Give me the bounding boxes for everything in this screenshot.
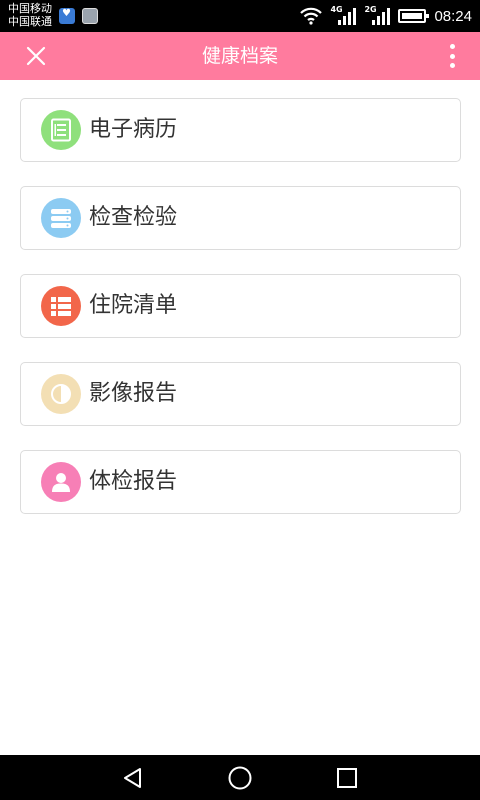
menu-item-examination[interactable]: 检查检验 <box>20 186 461 250</box>
close-icon <box>26 46 46 66</box>
menu-item-imaging-report[interactable]: 影像报告 <box>20 362 461 426</box>
signal-4g-icon: 4G <box>330 5 357 27</box>
more-options-button[interactable] <box>446 42 458 70</box>
close-button[interactable] <box>20 40 52 72</box>
menu-item-label: 住院清单 <box>89 293 178 318</box>
app-bar: 健康档案 <box>0 32 480 80</box>
menu-item-label: 体检报告 <box>89 469 178 494</box>
menu-item-hospitalization-list[interactable]: 住院清单 <box>20 274 461 338</box>
more-vertical-icon <box>449 44 455 49</box>
carrier-2-label: 中国联通 <box>8 15 52 28</box>
wifi-icon <box>300 7 323 25</box>
back-triangle-icon <box>124 768 141 788</box>
system-nav-bar <box>0 755 480 800</box>
list-icon <box>41 286 81 326</box>
recent-apps-square-icon <box>337 768 357 788</box>
home-circle-icon <box>228 766 252 790</box>
menu-item-label: 检查检验 <box>89 205 178 230</box>
health-app-notification-icon <box>59 8 75 24</box>
status-time: 08:24 <box>434 7 472 25</box>
person-icon <box>41 462 81 502</box>
carrier-1-label: 中国移动 <box>8 2 52 15</box>
menu-item-label: 电子病历 <box>89 117 178 142</box>
page-title: 健康档案 <box>201 45 278 67</box>
signal-2g-icon: 2G <box>364 5 391 27</box>
menu-item-medical-record[interactable]: 电子病历 <box>20 98 461 162</box>
status-bar: 中国移动 中国联通 4G 2G 08:24 <box>0 0 480 32</box>
health-record-menu: 电子病历 检查检验 住院清单 影像报告 体检报告 <box>20 98 461 538</box>
contrast-icon <box>41 374 81 414</box>
status-indicators: 4G 2G 08:24 <box>300 0 472 32</box>
back-button[interactable] <box>118 763 148 793</box>
server-stack-icon <box>41 198 81 238</box>
medical-record-icon <box>41 110 81 150</box>
carrier-info: 中国移动 中国联通 <box>8 2 52 28</box>
home-button[interactable] <box>225 763 255 793</box>
image-notification-icon <box>82 8 98 24</box>
recent-apps-button[interactable] <box>332 763 362 793</box>
menu-item-physical-exam-report[interactable]: 体检报告 <box>20 450 461 514</box>
battery-icon <box>398 9 430 23</box>
menu-item-label: 影像报告 <box>89 381 178 406</box>
